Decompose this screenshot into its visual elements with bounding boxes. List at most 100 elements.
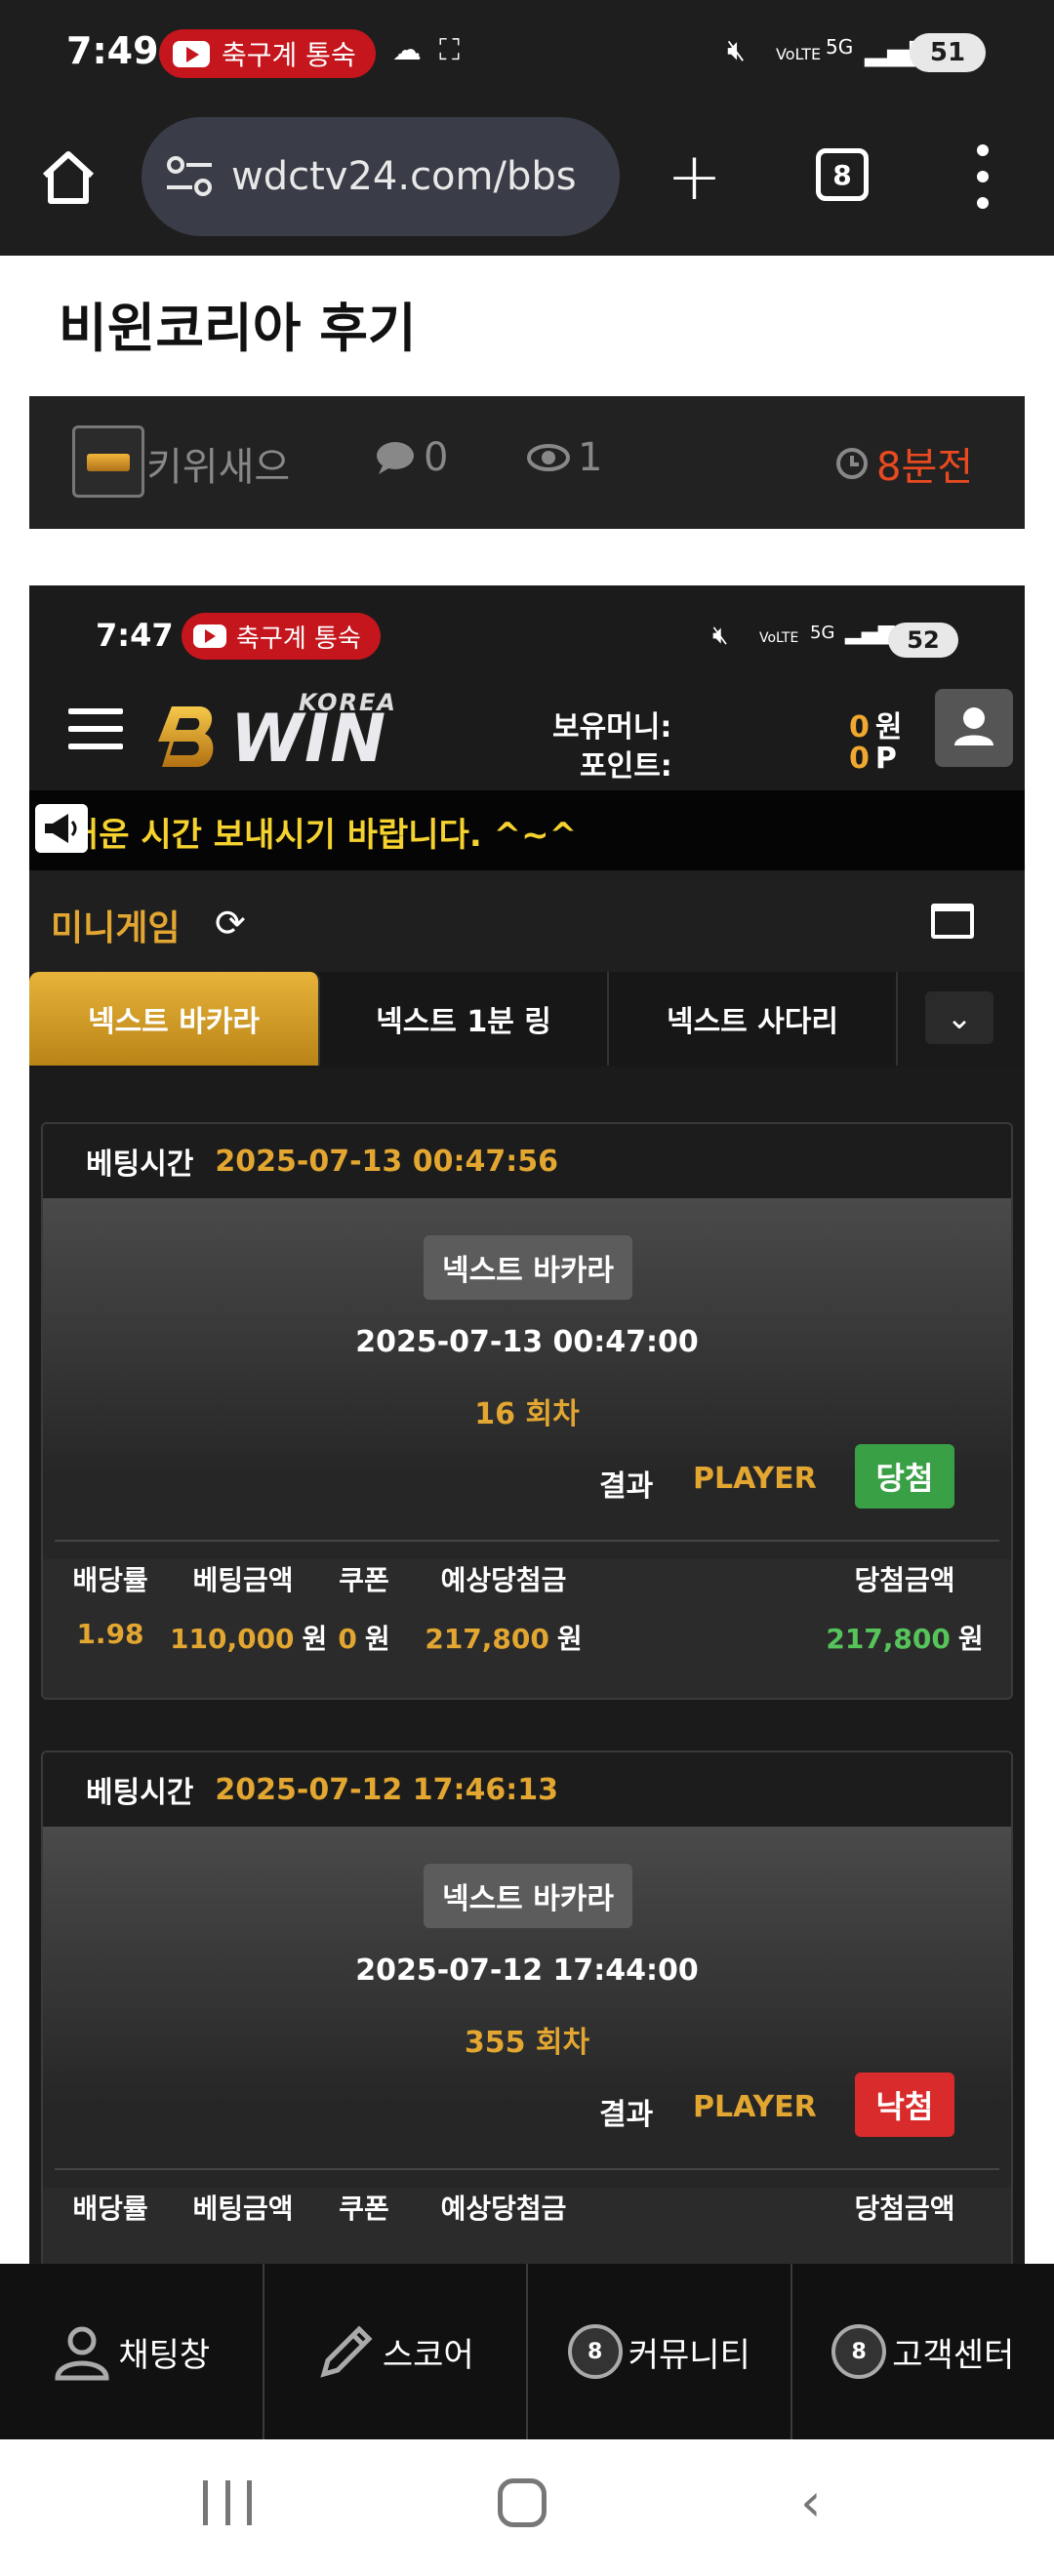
unit-won: 원 [556,1623,583,1655]
odds-stat: 배당률 [66,2188,154,2227]
won-stat: 당첨금액 [812,2188,997,2227]
notice-ticker: 거운 시간 보내시기 바랍니다. ^~^ [29,790,1025,870]
logo-win-text: WIN [230,701,387,778]
coupon-header: 쿠폰 [339,1564,389,1596]
expected-stat: 예상당첨금 217,800 원 [416,1559,591,1657]
bet-amount-number: 110,000 [170,1623,295,1655]
nav-support[interactable]: 8 고객센터 [792,2264,1054,2439]
nav-score-label: 스코어 [382,2335,474,2375]
comment-count-value: 0 [424,435,449,480]
odds-header: 배당률 [72,2193,148,2225]
author-name[interactable]: 키위새으 [146,435,290,492]
bet-amount-stat: 베팅금액 [170,2188,316,2227]
address-bar[interactable]: wdctv24.com/bbs [142,117,620,236]
nav-score[interactable]: 스코어 [264,2264,528,2439]
chevron-down-icon[interactable]: ⌄ [925,991,993,1044]
coupon-stat: 쿠폰 0원 [310,1559,418,1657]
money-amount: 0 [849,710,870,745]
post-meta-bar: 키위새으 0 1 8분전 [29,396,1025,529]
status-badge: 낙첨 [855,2073,954,2137]
bet-time-value: 2025-07-12 17:46:13 [215,1772,558,1807]
unit-won: 원 [957,1623,984,1655]
view-count-value: 1 [578,435,603,480]
comment-count: 0 [375,435,448,480]
round-time: 2025-07-12 17:44:00 [355,1953,699,1988]
bet-time-row: 베팅시간 2025-07-12 17:46:13 [43,1752,1011,1827]
recents-icon[interactable] [203,2480,252,2525]
bet-time-label: 베팅시간 [86,1776,194,1810]
coin-8-icon: 8 [567,2324,623,2379]
youtube-notification[interactable]: 축구계 통숙 [159,29,376,78]
bet-history-card: 베팅시간 2025-07-12 17:46:13 넥스트 바카라 2025-07… [41,1751,1013,2264]
status-bar: 7:49 축구계 통숙 ☁ ⛶ 🔇︎ VoLTE 5G ▂▄▆ 51 [0,0,1054,107]
expected-number: 217,800 [425,1623,549,1655]
won-number: 217,800 [826,1623,951,1655]
money-unit: 원 [874,710,903,745]
url-text: wdctv24.com/bbs [231,154,577,199]
back-icon[interactable]: ‹ [800,2476,822,2529]
tab-next-ladder[interactable]: 넥스트 사다리 [609,972,898,1066]
home-icon[interactable] [37,146,100,209]
battery-indicator: 51 [910,33,986,72]
youtube-icon [193,624,226,648]
refresh-icon[interactable]: ⟳ [215,902,246,945]
tab-next-baccarat[interactable]: 넥스트 바카라 [29,972,320,1066]
megaphone-icon [35,804,88,853]
odds-stat: 배당률 1.98 [66,1559,154,1650]
more-menu-button[interactable] [968,144,997,209]
bet-time-label: 베팅시간 [86,1147,194,1182]
bet-amount-header: 베팅금액 [192,2193,294,2225]
hamburger-menu-icon[interactable] [68,708,123,749]
status-time: 7:49 [66,29,159,72]
bet-history-card: 베팅시간 2025-07-13 00:47:56 넥스트 바카라 2025-07… [41,1122,1013,1700]
view-count: 1 [527,435,602,480]
comment-icon [377,442,414,474]
clock-icon [836,448,868,479]
network-icon: 5G [826,35,854,59]
site-header: KOREA WIN 보유머니: 0원 포인트: 0P [29,667,1025,790]
bet-amount-value: 110,000 원 [170,1618,327,1657]
new-tab-button[interactable]: + [667,144,722,211]
nav-community[interactable]: 8 커뮤니티 [528,2264,792,2439]
tab-switcher-button[interactable]: 8 [816,148,869,201]
nav-chat-label: 채팅창 [118,2335,211,2375]
bet-stats: 배당률 베팅금액 쿠폰 예상당첨금 당첨금액 [55,2168,999,2264]
expected-stat: 예상당첨금 [416,2188,591,2227]
expected-header: 예상당첨금 [440,2193,567,2225]
bet-amount-stat: 베팅금액 110,000 원 [170,1559,327,1657]
won-stat: 당첨금액 217,800 원 [812,1559,997,1657]
bet-detail: 넥스트 바카라 2025-07-12 17:44:00 355 회차 [43,1827,1011,2106]
embedded-battery: 52 [888,623,958,658]
point-label: 포인트: [580,749,672,784]
bottom-nav: 채팅창 스코어 8 커뮤니티 8 고객센터 [0,2264,1054,2439]
bwin-b-icon [158,706,214,767]
author-avatar[interactable] [72,425,144,498]
won-header: 당첨금액 [854,2193,955,2225]
bwin-logo[interactable]: KOREA WIN [154,679,408,778]
round-time: 2025-07-13 00:47:00 [355,1325,699,1359]
nav-chat[interactable]: 채팅창 [0,2264,264,2439]
mini-game-title: 미니게임 [51,908,181,948]
point-unit: P [874,742,897,776]
post-time-value: 8분전 [876,445,974,490]
site-settings-icon[interactable] [165,154,214,199]
user-profile-button[interactable] [935,689,1013,767]
screenshot-icon: ⛶ [439,33,460,67]
bet-stats: 배당률 1.98 베팅금액 110,000 원 쿠폰 0원 예상당첨금 217,8… [55,1540,999,1655]
home-nav-icon[interactable] [498,2478,547,2527]
youtube-icon [173,40,210,67]
nav-community-label: 커뮤니티 [628,2335,750,2375]
mini-game-header: 미니게임 ⟳ [29,870,1025,972]
tab-next-1min-ring[interactable]: 넥스트 1분 링 [320,972,609,1066]
point-value: 0P [849,742,897,776]
game-name-chip: 넥스트 바카라 [424,1864,632,1928]
window-icon[interactable] [931,904,974,939]
result-label: 결과 [599,2098,654,2132]
bet-detail: 넥스트 바카라 2025-07-13 00:47:00 16 회차 [43,1198,1011,1477]
game-tabs: 넥스트 바카라 넥스트 1분 링 넥스트 사다리 ⌄ [29,972,1025,1069]
embedded-status-bar: 7:47 축구계 통숙 🔇︎ VoLTE 5G ▂▄▆ 52 [29,585,1025,667]
coupon-number: 0 [338,1623,357,1655]
expected-value: 217,800 원 [416,1618,591,1657]
round-number: 355 회차 [464,2026,590,2060]
volte-icon: VoLTE [759,630,799,646]
